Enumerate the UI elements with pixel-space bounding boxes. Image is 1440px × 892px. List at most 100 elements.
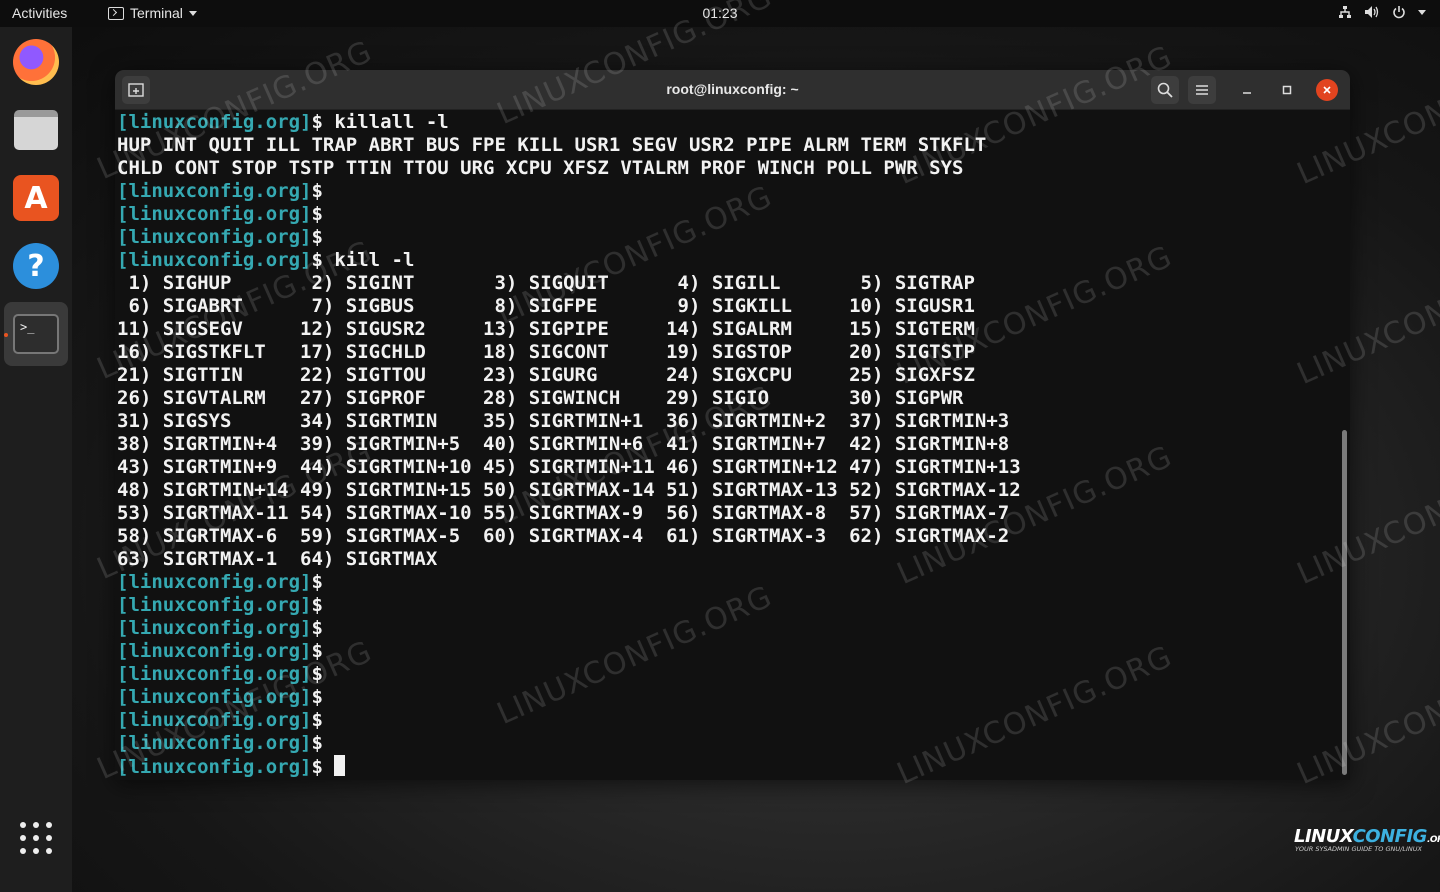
terminal-line: [linuxconfig.org]$: [117, 640, 1350, 663]
system-tray[interactable]: [1338, 5, 1426, 19]
apps-grid-icon: [20, 822, 26, 828]
header-bar[interactable]: root@linuxconfig: ~: [115, 70, 1350, 110]
command-text: $: [311, 226, 323, 248]
terminal-line: 48) SIGRTMIN+14 49) SIGRTMIN+15 50) SIGR…: [117, 479, 1350, 502]
dock-firefox[interactable]: [4, 30, 68, 94]
terminal-line: [linuxconfig.org]$: [117, 663, 1350, 686]
output-text: 1) SIGHUP 2) SIGINT 3) SIGQUIT 4) SIGILL…: [117, 272, 975, 294]
minimize-button[interactable]: [1233, 76, 1261, 104]
prompt: [linuxconfig.org]: [117, 111, 312, 133]
dock-ubuntu-software[interactable]: A: [4, 166, 68, 230]
output-text: 43) SIGRTMIN+9 44) SIGRTMIN+10 45) SIGRT…: [117, 456, 1021, 478]
command-text: $ kill -l: [311, 249, 415, 271]
maximize-icon: [1282, 85, 1292, 95]
output-text: 11) SIGSEGV 12) SIGUSR2 13) SIGPIPE 14) …: [117, 318, 975, 340]
prompt: [linuxconfig.org]: [117, 640, 312, 662]
show-applications-button[interactable]: [20, 822, 52, 854]
terminal-icon: [108, 6, 124, 20]
terminal-line: 43) SIGRTMIN+9 44) SIGRTMIN+10 45) SIGRT…: [117, 456, 1350, 479]
terminal-line: HUP INT QUIT ILL TRAP ABRT BUS FPE KILL …: [117, 134, 1350, 157]
command-text: $: [311, 663, 323, 685]
search-button[interactable]: [1151, 76, 1179, 104]
terminal-line: 11) SIGSEGV 12) SIGUSR2 13) SIGPIPE 14) …: [117, 318, 1350, 341]
minimize-icon: [1243, 92, 1251, 94]
terminal-line: 26) SIGVTALRM 27) SIGPROF 28) SIGWINCH 2…: [117, 387, 1350, 410]
terminal-line: [linuxconfig.org]$: [117, 180, 1350, 203]
command-text: $: [311, 709, 323, 731]
command-text: $: [311, 180, 323, 202]
activities-button[interactable]: Activities: [12, 5, 67, 21]
logo-tagline: YOUR SYSADMIN GUIDE TO GNU/LINUX: [1295, 845, 1422, 853]
terminal-line: 1) SIGHUP 2) SIGINT 3) SIGQUIT 4) SIGILL…: [117, 272, 1350, 295]
network-icon: [1338, 5, 1352, 19]
maximize-button[interactable]: [1273, 76, 1301, 104]
prompt: [linuxconfig.org]: [117, 180, 312, 202]
prompt: [linuxconfig.org]: [117, 709, 312, 731]
terminal-line: 38) SIGRTMIN+4 39) SIGRTMIN+5 40) SIGRTM…: [117, 433, 1350, 456]
running-indicator: [4, 333, 8, 337]
terminal-line: [linuxconfig.org]$: [117, 594, 1350, 617]
search-icon: [1157, 82, 1173, 98]
menu-button[interactable]: [1188, 76, 1216, 104]
prompt: [linuxconfig.org]: [117, 756, 312, 778]
prompt: [linuxconfig.org]: [117, 594, 312, 616]
linuxconfig-logo: LINUXCONFIG.ORG: [1294, 826, 1440, 847]
output-text: 38) SIGRTMIN+4 39) SIGRTMIN+5 40) SIGRTM…: [117, 433, 1010, 455]
new-tab-button[interactable]: [122, 76, 150, 104]
app-menu-label: Terminal: [130, 5, 183, 21]
terminal-line: 6) SIGABRT 7) SIGBUS 8) SIGFPE 9) SIGKIL…: [117, 295, 1350, 318]
terminal-line: 16) SIGSTKFLT 17) SIGCHLD 18) SIGCONT 19…: [117, 341, 1350, 364]
terminal-output[interactable]: [linuxconfig.org]$ killall -l HUP INT QUI…: [115, 111, 1350, 780]
firefox-icon: [13, 39, 59, 85]
prompt: [linuxconfig.org]: [117, 617, 312, 639]
terminal-line: [linuxconfig.org]$: [117, 709, 1350, 732]
terminal-line: 31) SIGSYS 34) SIGRTMIN 35) SIGRTMIN+1 3…: [117, 410, 1350, 433]
terminal-line: 53) SIGRTMAX-11 54) SIGRTMAX-10 55) SIGR…: [117, 502, 1350, 525]
output-text: 48) SIGRTMIN+14 49) SIGRTMIN+15 50) SIGR…: [117, 479, 1021, 501]
terminal-line: [linuxconfig.org]$: [117, 732, 1350, 755]
dock: A ? >_: [0, 27, 72, 892]
output-text: 21) SIGTTIN 22) SIGTTOU 23) SIGURG 24) S…: [117, 364, 975, 386]
terminal-line: [linuxconfig.org]$: [117, 617, 1350, 640]
text-cursor: [333, 755, 345, 776]
terminal-line: 21) SIGTTIN 22) SIGTTOU 23) SIGURG 24) S…: [117, 364, 1350, 387]
command-text: $: [311, 571, 323, 593]
command-text: $: [311, 640, 323, 662]
terminal-line: CHLD CONT STOP TSTP TTIN TTOU URG XCPU X…: [117, 157, 1350, 180]
ubuntu-software-icon: A: [13, 175, 59, 221]
command-text: $: [311, 617, 323, 639]
terminal-line: [linuxconfig.org]$: [117, 755, 1350, 778]
top-bar: Activities Terminal 01:23: [0, 0, 1440, 27]
chevron-down-icon: [1418, 9, 1426, 15]
files-icon: [14, 110, 58, 150]
output-text: CHLD CONT STOP TSTP TTIN TTOU URG XCPU X…: [117, 157, 964, 179]
logo-text-linux: LINUX: [1294, 826, 1353, 847]
hamburger-icon: [1196, 85, 1208, 95]
output-text: 31) SIGSYS 34) SIGRTMIN 35) SIGRTMIN+1 3…: [117, 410, 1010, 432]
terminal-line: 58) SIGRTMAX-6 59) SIGRTMAX-5 60) SIGRTM…: [117, 525, 1350, 548]
chevron-down-icon: [188, 10, 197, 16]
output-text: 53) SIGRTMAX-11 54) SIGRTMAX-10 55) SIGR…: [117, 502, 1010, 524]
prompt: [linuxconfig.org]: [117, 663, 312, 685]
scrollbar[interactable]: [1342, 430, 1347, 775]
dock-help[interactable]: ?: [4, 234, 68, 298]
terminal-line: [linuxconfig.org]$: [117, 571, 1350, 594]
app-menu[interactable]: Terminal: [108, 5, 197, 21]
close-icon: [1323, 86, 1331, 94]
close-button[interactable]: [1316, 79, 1338, 101]
dock-files[interactable]: [4, 98, 68, 162]
terminal-app-icon: >_: [13, 314, 59, 354]
volume-icon: [1364, 5, 1380, 19]
terminal-line: [linuxconfig.org]$ killall -l: [117, 111, 1350, 134]
terminal-window[interactable]: root@linuxconfig: ~ [linuxconfig.org]$ k…: [115, 70, 1350, 780]
output-text: 63) SIGRTMAX-1 64) SIGRTMAX: [117, 548, 438, 570]
output-text: 6) SIGABRT 7) SIGBUS 8) SIGFPE 9) SIGKIL…: [117, 295, 975, 317]
prompt: [linuxconfig.org]: [117, 226, 312, 248]
dock-terminal[interactable]: >_: [4, 302, 68, 366]
prompt: [linuxconfig.org]: [117, 732, 312, 754]
prompt: [linuxconfig.org]: [117, 249, 312, 271]
terminal-line: [linuxconfig.org]$ kill -l: [117, 249, 1350, 272]
clock[interactable]: 01:23: [702, 5, 737, 21]
prompt: [linuxconfig.org]: [117, 203, 312, 225]
help-icon: ?: [13, 243, 59, 289]
